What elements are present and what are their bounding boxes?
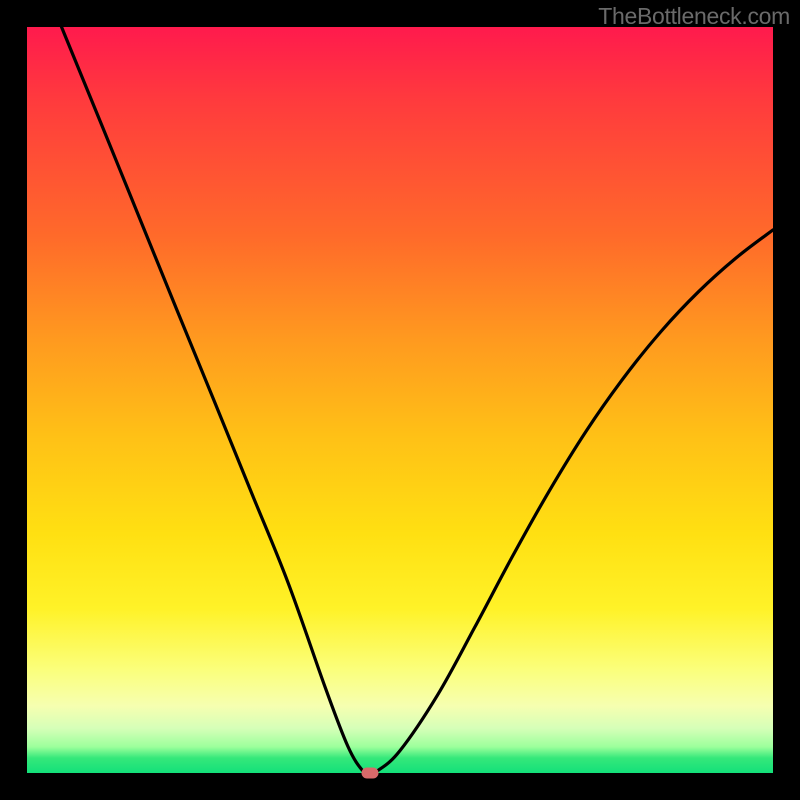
chart-frame: TheBottleneck.com — [0, 0, 800, 800]
bottleneck-curve — [27, 27, 773, 773]
watermark-text: TheBottleneck.com — [598, 3, 790, 30]
gradient-plot-area — [27, 27, 773, 773]
curve-minimum-marker — [362, 768, 379, 779]
